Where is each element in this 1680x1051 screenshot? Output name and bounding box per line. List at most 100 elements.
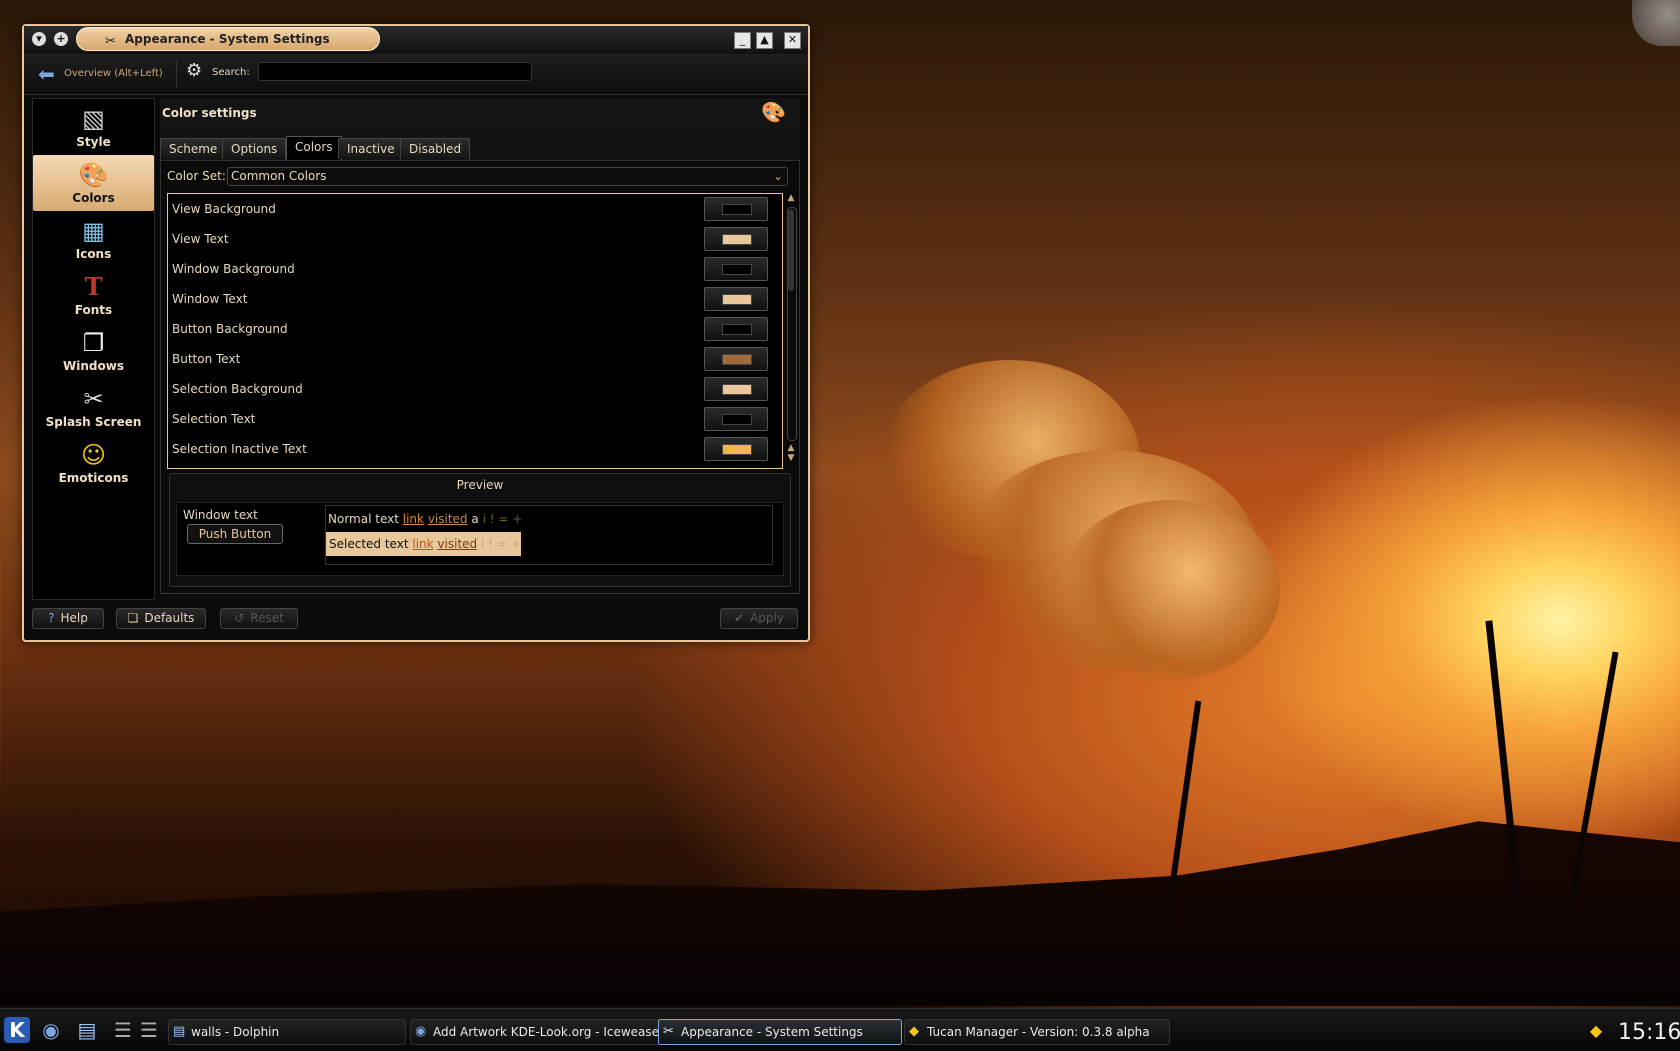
browser-launcher-icon[interactable]: ◉ xyxy=(38,1017,64,1043)
color-role-label: View Background xyxy=(172,202,276,216)
color-swatch-button[interactable] xyxy=(704,227,768,251)
color-role-row[interactable]: Button Text xyxy=(168,344,782,374)
toolbar-separator xyxy=(176,60,177,88)
close-button[interactable]: ✕ xyxy=(784,32,801,49)
minimize-button[interactable]: _ xyxy=(734,32,751,49)
sidebar-item-windows[interactable]: ❐ Windows xyxy=(33,323,154,379)
sidebar-item-fonts[interactable]: T Fonts xyxy=(33,267,154,323)
color-swatch-button[interactable] xyxy=(704,197,768,221)
color-swatch-button[interactable] xyxy=(704,257,768,281)
settings-tools-icon: ✂ xyxy=(663,1024,674,1039)
color-role-label: Button Text xyxy=(172,352,241,366)
color-swatch-button[interactable] xyxy=(704,287,768,311)
preview-link: link xyxy=(402,512,424,526)
color-swatch-button[interactable] xyxy=(704,377,768,401)
maximize-button[interactable]: ▲ xyxy=(756,32,773,49)
help-button[interactable]: ? Help xyxy=(32,608,104,629)
color-role-row[interactable]: Selection Background xyxy=(168,374,782,404)
overview-button[interactable]: Overview (Alt+Left) xyxy=(64,68,163,79)
sidebar-item-emoticons[interactable]: ☺ Emoticons xyxy=(33,435,154,491)
sidebar-item-label: Icons xyxy=(75,247,112,261)
preview-title: Preview xyxy=(456,478,504,492)
help-button-label: Help xyxy=(60,611,88,625)
search-label: Search: xyxy=(212,67,250,78)
color-swatch xyxy=(722,234,752,245)
color-swatch xyxy=(722,354,752,365)
fonts-icon: T xyxy=(84,272,103,301)
color-role-row[interactable]: Window Text xyxy=(168,284,782,314)
color-swatch-button[interactable] xyxy=(704,347,768,371)
scrollbar-thumb[interactable] xyxy=(788,209,794,291)
preview-selected-line: Selected text link visited i ! = + xyxy=(326,532,521,556)
task-label: Add Artwork KDE-Look.org - Iceweasel xyxy=(433,1025,663,1039)
apply-button-label: Apply xyxy=(750,611,784,625)
sidebar-item-label: Style xyxy=(76,135,111,149)
color-role-row[interactable]: Selection Inactive Text xyxy=(168,434,782,464)
search-input[interactable] xyxy=(258,62,532,81)
color-role-row[interactable]: Selection Text xyxy=(168,404,782,434)
search-icon: ⚙ xyxy=(186,60,203,81)
preview-selected-link: link xyxy=(412,537,434,551)
tab-disabled[interactable]: Disabled xyxy=(400,138,471,159)
task-label: Tucan Manager - Version: 0.3.8 alpha xyxy=(927,1025,1150,1039)
preview-visited: visited xyxy=(427,512,468,526)
preview-window: Window text Push Button Normal text link… xyxy=(176,502,784,576)
settings-tools-icon: ✂ xyxy=(105,34,116,49)
sidebar-item-label: Windows xyxy=(63,359,124,373)
sidebar-item-icons[interactable]: ▦ Icons xyxy=(33,211,154,267)
apply-button[interactable]: ✔ Apply xyxy=(720,608,798,629)
tray-tucan-icon[interactable]: ◆ xyxy=(1584,1019,1608,1043)
file-manager-launcher-icon[interactable]: ▤ xyxy=(74,1017,100,1043)
sidebar-item-label: Colors xyxy=(72,191,115,205)
show-desktop-icon[interactable]: ☰ xyxy=(136,1017,162,1043)
window-title: ✂ Appearance - System Settings xyxy=(76,27,380,51)
color-list-scrollbar[interactable]: ▲ ▲ ▼ xyxy=(785,193,797,467)
desktop-corner-widget[interactable] xyxy=(1632,0,1680,46)
title-bar[interactable]: ▾ + ✂ Appearance - System Settings _ ▲ ✕ xyxy=(24,26,808,54)
color-role-row[interactable]: Button Background xyxy=(168,314,782,344)
preview-window-text: Window text xyxy=(183,508,258,522)
reset-button[interactable]: ↺ Reset xyxy=(220,608,298,629)
tab-colors[interactable]: Colors xyxy=(286,136,342,161)
color-swatch xyxy=(722,414,752,425)
task-tucan-manager[interactable]: ◆ Tucan Manager - Version: 0.3.8 alpha xyxy=(904,1019,1170,1045)
tab-options[interactable]: Options xyxy=(222,138,287,159)
back-arrow-icon[interactable]: ⬅ xyxy=(38,62,55,86)
color-set-label: Color Set: xyxy=(167,169,226,183)
window-menu-button[interactable]: ▾ xyxy=(32,32,46,46)
sidebar-item-label: Splash Screen xyxy=(45,415,142,429)
color-swatch xyxy=(722,264,752,275)
scroll-up-icon[interactable]: ▲ xyxy=(785,193,797,203)
task-system-settings[interactable]: ✂ Appearance - System Settings xyxy=(658,1019,902,1045)
defaults-button[interactable]: ❑ Defaults xyxy=(116,608,206,629)
desktop-pager-icon[interactable]: ☰ xyxy=(110,1017,136,1043)
color-swatch xyxy=(722,444,752,455)
sidebar-item-style[interactable]: ▧ Style xyxy=(33,99,154,155)
kde-menu-icon[interactable]: K xyxy=(4,1017,30,1043)
color-swatch-button[interactable] xyxy=(704,407,768,431)
tab-inactive[interactable]: Inactive xyxy=(338,138,404,159)
task-dolphin[interactable]: ▤ walls - Dolphin xyxy=(168,1019,406,1045)
splash-screen-icon: ✂ xyxy=(83,385,104,413)
color-swatch-button[interactable] xyxy=(704,317,768,341)
preview-normal-line: Normal text link visited a i ! = + xyxy=(328,512,522,526)
keep-above-button[interactable]: + xyxy=(54,32,68,46)
apply-check-icon: ✔ xyxy=(734,611,745,625)
sidebar-item-colors[interactable]: 🎨 Colors xyxy=(33,155,154,211)
tab-scheme[interactable]: Scheme xyxy=(160,138,227,159)
preview-marks: i ! = + xyxy=(482,512,523,526)
color-role-label: Window Background xyxy=(172,262,295,276)
color-swatch-button[interactable] xyxy=(704,437,768,461)
sidebar-item-splash-screen[interactable]: ✂ Splash Screen xyxy=(33,379,154,435)
color-role-row[interactable]: View Background xyxy=(168,194,782,224)
color-swatch xyxy=(722,204,752,215)
emoticons-icon: ☺ xyxy=(80,441,107,469)
scroll-down-icon[interactable]: ▲ ▼ xyxy=(785,443,797,463)
preview-selected-marks: i ! = + xyxy=(480,537,521,551)
task-iceweasel[interactable]: ◉ Add Artwork KDE-Look.org - Iceweasel xyxy=(410,1019,666,1045)
color-role-row[interactable]: Window Background xyxy=(168,254,782,284)
color-role-row[interactable]: View Text xyxy=(168,224,782,254)
clock[interactable]: 15:16 xyxy=(1618,1020,1680,1045)
color-set-dropdown[interactable]: Common Colors ⌄ xyxy=(227,167,788,186)
preview-view: Normal text link visited a i ! = + Selec… xyxy=(325,505,773,565)
